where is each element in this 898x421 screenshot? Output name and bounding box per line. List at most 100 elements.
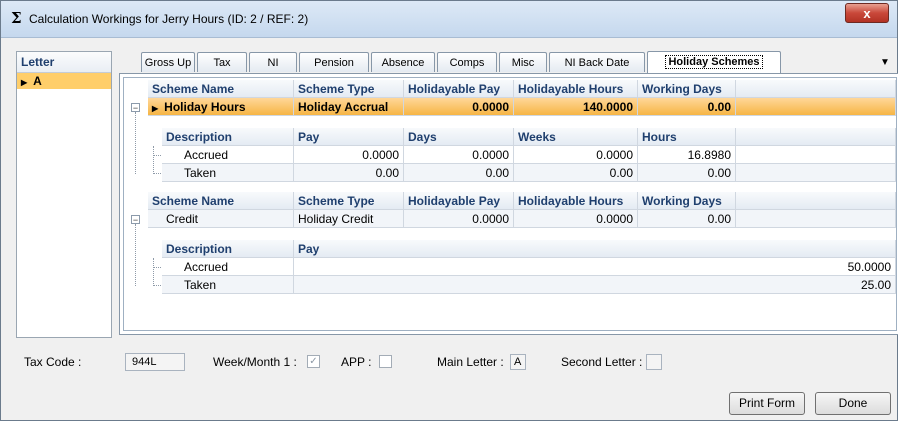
holidayable-hours-cell: 140.0000 xyxy=(514,98,638,116)
holiday-schemes-panel: Scheme Name Scheme Type Holidayable Pay … xyxy=(119,73,898,335)
scheme-name-cell: Credit xyxy=(148,210,294,228)
col-filler xyxy=(736,192,896,210)
print-form-button[interactable]: Print Form xyxy=(729,392,805,415)
holidayable-hours-cell: 0.0000 xyxy=(514,210,638,228)
collapse-icon[interactable]: − xyxy=(131,215,140,225)
calculation-workings-window: Σ Calculation Workings for Jerry Hours (… xyxy=(0,0,898,421)
pay-cell: 0.00 xyxy=(294,164,404,182)
tab-ni-back-date[interactable]: NI Back Date xyxy=(549,52,645,72)
window-title: Calculation Workings for Jerry Hours (ID… xyxy=(29,12,309,26)
col-weeks[interactable]: Weeks xyxy=(514,128,638,146)
filler-cell xyxy=(736,164,896,182)
scheme-name-cell: ▶ Holiday Hours xyxy=(148,98,294,116)
pay-cell: 25.00 xyxy=(294,276,896,294)
row-pointer-icon: ▶ xyxy=(152,104,159,113)
col-hours[interactable]: Hours xyxy=(638,128,736,146)
app-checkbox[interactable] xyxy=(379,355,392,368)
sigma-icon: Σ xyxy=(11,9,22,27)
holidayable-pay-cell: 0.0000 xyxy=(404,98,514,116)
letter-row[interactable]: ▶ A xyxy=(17,73,111,89)
col-description[interactable]: Description xyxy=(162,240,294,258)
scheme-header-row: Scheme Name Scheme Type Holidayable Pay … xyxy=(148,192,896,210)
col-days[interactable]: Days xyxy=(404,128,514,146)
tree-line xyxy=(135,112,136,174)
pay-cell: 50.0000 xyxy=(294,258,896,276)
tab-misc[interactable]: Misc xyxy=(499,52,547,72)
close-button[interactable]: x xyxy=(845,3,889,23)
footer-area: Tax Code : 944L Week/Month 1 : ✓ APP : M… xyxy=(1,341,897,421)
detail-row[interactable]: Taken 25.00 xyxy=(162,276,896,294)
letter-header: Letter xyxy=(17,52,111,73)
tree-line xyxy=(153,258,154,286)
tax-code-field[interactable]: 944L xyxy=(125,353,185,371)
col-scheme-type[interactable]: Scheme Type xyxy=(294,192,404,210)
filler-cell xyxy=(736,98,896,116)
col-holidayable-hours[interactable]: Holidayable Hours xyxy=(514,80,638,98)
week-month-label: Week/Month 1 : xyxy=(213,355,297,369)
hours-cell: 16.8980 xyxy=(638,146,736,164)
detail-header-row: Description Pay Days Weeks Hours xyxy=(162,128,896,146)
col-filler xyxy=(736,80,896,98)
tab-pension[interactable]: Pension xyxy=(299,52,369,72)
description-cell: Accrued xyxy=(162,146,294,164)
detail-header-row: Description Pay xyxy=(162,240,896,258)
tab-strip: Gross Up Tax NI Pension Absence Comps Mi… xyxy=(119,51,898,74)
col-scheme-name[interactable]: Scheme Name xyxy=(148,192,294,210)
scheme-row[interactable]: ▶ Holiday Hours Holiday Accrual 0.0000 14… xyxy=(148,98,896,116)
working-days-cell: 0.00 xyxy=(638,210,736,228)
col-pay[interactable]: Pay xyxy=(294,128,404,146)
tab-holiday-schemes[interactable]: Holiday Schemes xyxy=(647,51,781,73)
holidayable-pay-cell: 0.0000 xyxy=(404,210,514,228)
weeks-cell: 0.0000 xyxy=(514,146,638,164)
tax-code-label: Tax Code : xyxy=(24,355,82,369)
pay-cell: 0.0000 xyxy=(294,146,404,164)
scheme-type-cell: Holiday Accrual xyxy=(294,98,404,116)
collapse-icon[interactable]: − xyxy=(131,103,140,113)
tab-gross-up[interactable]: Gross Up xyxy=(141,52,195,72)
description-cell: Taken xyxy=(162,276,294,294)
schemes-grid: Scheme Name Scheme Type Holidayable Pay … xyxy=(123,77,897,331)
tree-line xyxy=(153,146,154,174)
scheme-row[interactable]: Credit Holiday Credit 0.0000 0.0000 0.00 xyxy=(148,210,896,228)
second-letter-field[interactable] xyxy=(646,354,662,370)
letter-list: Letter ▶ A xyxy=(16,51,112,338)
tab-absence[interactable]: Absence xyxy=(371,52,435,72)
days-cell: 0.00 xyxy=(404,164,514,182)
detail-row[interactable]: Taken 0.00 0.00 0.00 0.00 xyxy=(162,164,896,182)
tree-line xyxy=(135,224,136,286)
tab-dropdown-icon[interactable]: ▼ xyxy=(880,57,890,68)
col-holidayable-hours[interactable]: Holidayable Hours xyxy=(514,192,638,210)
second-letter-label: Second Letter : xyxy=(561,355,643,369)
days-cell: 0.0000 xyxy=(404,146,514,164)
week-month-checkbox[interactable]: ✓ xyxy=(307,355,320,368)
check-icon: ✓ xyxy=(309,356,318,367)
col-description[interactable]: Description xyxy=(162,128,294,146)
title-bar[interactable]: Σ Calculation Workings for Jerry Hours (… xyxy=(1,1,897,38)
weeks-cell: 0.00 xyxy=(514,164,638,182)
hours-cell: 0.00 xyxy=(638,164,736,182)
col-filler xyxy=(736,128,896,146)
detail-row[interactable]: Accrued 0.0000 0.0000 0.0000 16.8980 xyxy=(162,146,896,164)
tab-comps[interactable]: Comps xyxy=(437,52,497,72)
scheme-type-cell: Holiday Credit xyxy=(294,210,404,228)
col-working-days[interactable]: Working Days xyxy=(638,80,736,98)
row-pointer-icon: ▶ xyxy=(21,78,28,87)
app-label: APP : xyxy=(341,355,372,369)
working-days-cell: 0.00 xyxy=(638,98,736,116)
letter-value: A xyxy=(33,74,42,88)
done-button[interactable]: Done xyxy=(815,392,891,415)
col-holidayable-pay[interactable]: Holidayable Pay xyxy=(404,80,514,98)
main-letter-field[interactable]: A xyxy=(510,354,526,370)
col-scheme-type[interactable]: Scheme Type xyxy=(294,80,404,98)
col-pay[interactable]: Pay xyxy=(294,240,896,258)
description-cell: Taken xyxy=(162,164,294,182)
col-working-days[interactable]: Working Days xyxy=(638,192,736,210)
col-scheme-name[interactable]: Scheme Name xyxy=(148,80,294,98)
description-cell: Accrued xyxy=(162,258,294,276)
tab-tax[interactable]: Tax xyxy=(197,52,247,72)
filler-cell xyxy=(736,210,896,228)
detail-row[interactable]: Accrued 50.0000 xyxy=(162,258,896,276)
scheme-header-row: Scheme Name Scheme Type Holidayable Pay … xyxy=(148,80,896,98)
col-holidayable-pay[interactable]: Holidayable Pay xyxy=(404,192,514,210)
tab-ni[interactable]: NI xyxy=(249,52,297,72)
